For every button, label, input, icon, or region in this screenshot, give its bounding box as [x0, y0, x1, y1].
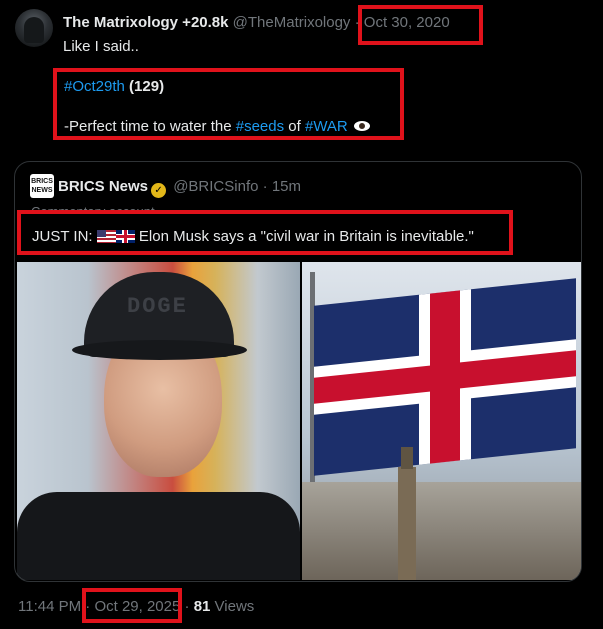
uk-flag-photo[interactable] [302, 262, 581, 580]
quote-time[interactable]: 15m [272, 178, 301, 195]
hashtag-war-link[interactable]: #WAR [305, 118, 348, 135]
cap-doge-text: DOGE [127, 294, 188, 319]
hashtag-seeds-link[interactable]: #seeds [236, 118, 284, 135]
eye-emoji-icon [353, 121, 370, 131]
union-jack-flag [314, 278, 576, 476]
tweet-text-line1: Like I said.. [63, 38, 139, 55]
photo-jacket [17, 492, 300, 580]
musk-photo[interactable]: DOGE [17, 262, 300, 580]
perfect-text: -Perfect time to water the [64, 118, 232, 135]
views-label: Views [214, 598, 255, 615]
quote-author-name[interactable]: BRICS News [58, 178, 148, 195]
london-skyline [302, 482, 581, 580]
brics-logo[interactable]: BRICS NEWS [30, 174, 54, 198]
quote-text-prefix: JUST IN: [32, 228, 93, 245]
uk-flag-icon [115, 230, 135, 243]
highlight-box-date [358, 5, 483, 45]
tweet-perfect-line: -Perfect time to water the #seeds of #WA… [64, 118, 370, 135]
footer-time[interactable]: 11:44 PM [18, 598, 81, 615]
footer-separator-2: · [184, 598, 190, 615]
tweet-hashtag-line: #Oct29th (129) [64, 78, 164, 95]
of-text: of [288, 118, 301, 135]
quoted-tweet-card[interactable]: BRICS NEWS BRICS News ✓ @BRICSinfo · 15m … [14, 161, 582, 582]
count-text: (129) [129, 78, 165, 95]
highlight-box-footer-date [82, 588, 182, 623]
quote-handle[interactable]: @BRICSinfo [173, 178, 258, 195]
views-count: 81 [193, 598, 211, 615]
author-name[interactable]: The Matrixology +20.8k [63, 14, 228, 31]
us-flag-icon [96, 230, 116, 243]
hashtag-oct29th-link[interactable]: #Oct29th [64, 78, 125, 95]
big-ben-spire [401, 447, 413, 469]
quote-text-body: Elon Musk says a "civil war in Britain i… [138, 228, 474, 245]
quote-separator: · [262, 178, 268, 195]
author-avatar[interactable] [15, 9, 53, 47]
author-handle[interactable]: @TheMatrixology [233, 14, 351, 31]
avatar-figure [24, 17, 44, 43]
quote-header: BRICS News ✓ @BRICSinfo · 15m [58, 178, 301, 198]
photo-cap-brim [72, 340, 247, 360]
verified-badge-icon: ✓ [151, 183, 167, 198]
quote-text: JUST IN: Elon Musk says a "civil war in … [32, 228, 474, 245]
big-ben-tower [398, 467, 416, 580]
